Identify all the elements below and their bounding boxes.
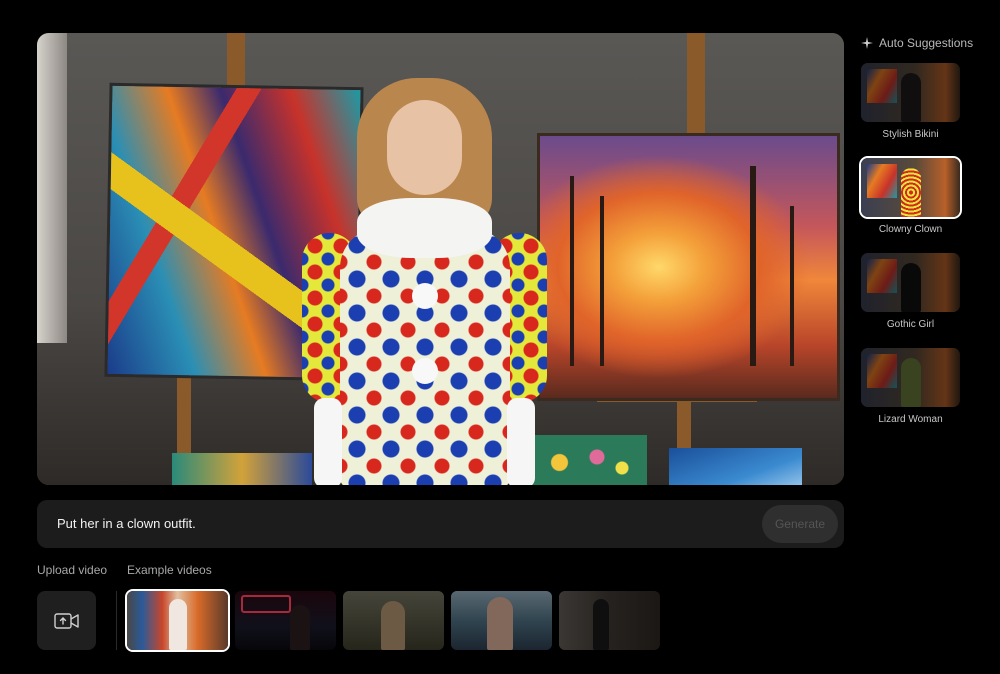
tree (600, 196, 604, 366)
clown-costume (340, 228, 510, 485)
example-video-outdoor-woman[interactable] (343, 591, 444, 650)
tab-upload-video[interactable]: Upload video (37, 563, 107, 577)
example-video-dark-room[interactable] (559, 591, 660, 650)
suggestion-label[interactable]: Gothic Girl (850, 319, 971, 330)
auto-suggestions-title: Auto Suggestions (879, 36, 974, 50)
thumbnail-dim-overlay (235, 591, 336, 650)
example-video-painter[interactable] (125, 589, 230, 652)
window-light (37, 33, 67, 343)
auto-suggestions-header: Auto Suggestions (861, 35, 973, 51)
thumbnail-dim-overlay (861, 63, 960, 122)
woman-figure (302, 78, 547, 485)
suggestion-lizard-woman[interactable] (861, 348, 960, 407)
ruffled-collar (357, 198, 492, 258)
suggestion-stylish-bikini[interactable] (861, 63, 960, 122)
prompt-bar: Put her in a clown outfit. Generate (37, 500, 844, 548)
example-video-arcade[interactable] (235, 591, 336, 650)
blue-painting (669, 448, 802, 485)
pompom (412, 283, 438, 309)
tree (570, 176, 574, 366)
video-preview[interactable] (37, 33, 844, 485)
example-video-lake-woman[interactable] (451, 591, 552, 650)
small-painting (172, 453, 312, 485)
tree (750, 166, 756, 366)
suggestion-label[interactable]: Clowny Clown (850, 224, 971, 235)
thumbnail-dim-overlay (861, 253, 960, 312)
thumbnail-person (901, 168, 921, 217)
pompom (412, 358, 438, 384)
thumbnail-dim-overlay (451, 591, 552, 650)
suggestion-clowny-clown[interactable] (859, 156, 962, 219)
divider (116, 591, 117, 650)
prompt-input[interactable]: Put her in a clown outfit. (57, 516, 196, 531)
left-glove (314, 398, 342, 485)
suggestion-label[interactable]: Lizard Woman (850, 414, 971, 425)
thumbnail-person (169, 599, 187, 650)
face (387, 100, 462, 195)
tree (790, 206, 794, 366)
upload-video-icon (53, 612, 79, 629)
generate-button[interactable]: Generate (762, 505, 838, 543)
thumbnail-painting (867, 164, 897, 198)
suggestion-label[interactable]: Stylish Bikini (850, 129, 971, 140)
right-glove (507, 398, 535, 485)
suggestion-gothic-girl[interactable] (861, 253, 960, 312)
upload-video-button[interactable] (37, 591, 96, 650)
thumbnail-dim-overlay (861, 348, 960, 407)
sparkle-icon (861, 37, 873, 49)
thumbnail-dim-overlay (343, 591, 444, 650)
thumbnail-dim-overlay (559, 591, 660, 650)
sunset-painting (540, 136, 837, 398)
tab-example-videos[interactable]: Example videos (127, 563, 212, 577)
easel-right-top (687, 33, 705, 138)
